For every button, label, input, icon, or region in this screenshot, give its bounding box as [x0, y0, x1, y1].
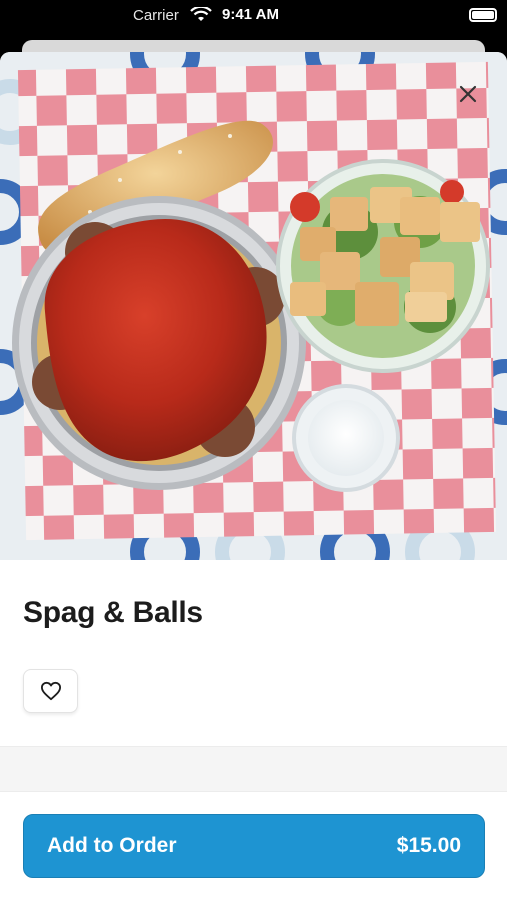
food-photo [0, 52, 507, 560]
item-price: $15.00 [396, 834, 461, 857]
wifi-icon [190, 5, 212, 28]
section-divider [0, 746, 507, 792]
status-bar: Carrier 9:41 AM [0, 0, 507, 34]
close-button[interactable] [450, 76, 486, 112]
heart-icon [40, 681, 61, 701]
add-to-order-label: Add to Order [47, 834, 177, 857]
item-detail-sheet: Spag & Balls Add to Order $15.00 [0, 52, 507, 900]
add-to-order-button[interactable]: Add to Order $15.00 [23, 814, 485, 878]
favorite-button[interactable] [23, 669, 78, 713]
battery-icon [469, 8, 497, 22]
status-time: 9:41 AM [222, 6, 279, 23]
close-icon [459, 85, 477, 103]
carrier-label: Carrier [133, 7, 179, 24]
item-title: Spag & Balls [23, 596, 203, 629]
